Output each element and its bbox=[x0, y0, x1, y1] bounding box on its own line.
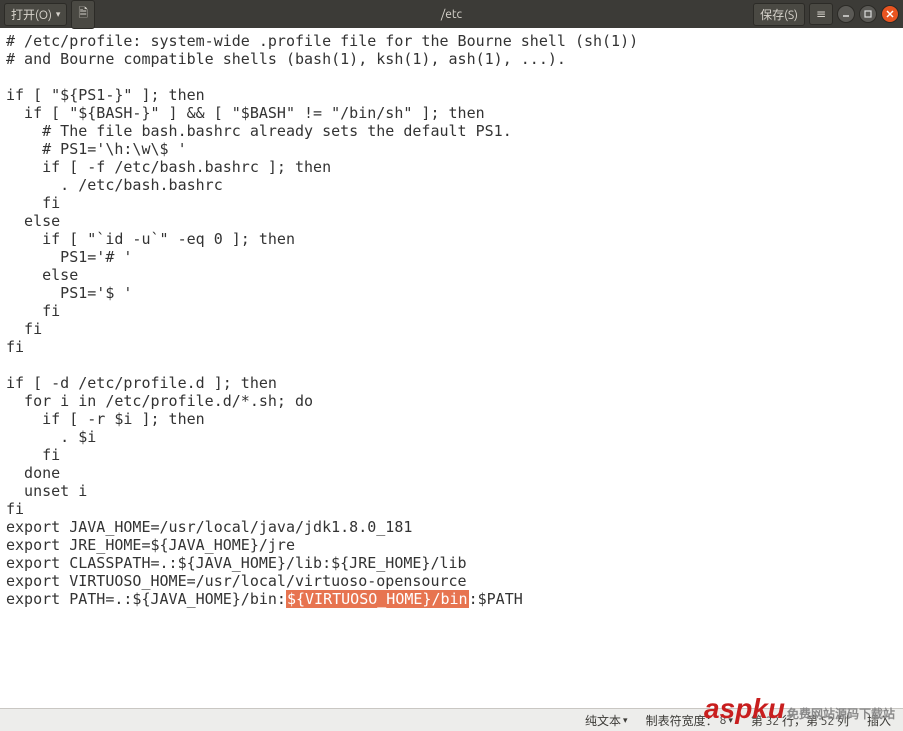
maximize-button[interactable] bbox=[859, 5, 877, 23]
chevron-down-icon: ▾ bbox=[623, 715, 628, 726]
chevron-down-icon: ▾ bbox=[56, 9, 61, 20]
status-bar: 纯文本 ▾ 制表符宽度： 8 ▾ 第 32 行，第 52 列 插入 bbox=[0, 708, 903, 731]
insert-mode-selector[interactable]: 插入 bbox=[867, 712, 891, 729]
selection-highlight: ${VIRTUOSO_HOME}/bin bbox=[286, 590, 469, 608]
open-button[interactable]: 打开(O) ▾ bbox=[4, 3, 67, 26]
document-icon: 🗎 bbox=[78, 7, 88, 20]
titlebar: 打开(O) ▾ 🗎 /etc 保存(S) ≡ bbox=[0, 0, 903, 28]
chevron-down-icon: ▾ bbox=[728, 715, 733, 726]
save-label: 保存(S) bbox=[760, 6, 798, 23]
open-label: 打开(O) bbox=[11, 6, 52, 23]
editor-area[interactable]: # /etc/profile: system-wide .profile fil… bbox=[0, 28, 903, 708]
save-button[interactable]: 保存(S) bbox=[753, 3, 805, 26]
filetype-selector[interactable]: 纯文本 ▾ bbox=[585, 712, 628, 729]
new-document-button[interactable]: 🗎 bbox=[71, 0, 95, 29]
minimize-button[interactable] bbox=[837, 5, 855, 23]
cursor-position: 第 32 行，第 52 列 bbox=[751, 712, 849, 729]
menu-button[interactable]: ≡ bbox=[809, 3, 833, 25]
maximize-icon bbox=[864, 10, 872, 18]
close-button[interactable] bbox=[881, 5, 899, 23]
hamburger-icon: ≡ bbox=[816, 8, 826, 21]
tabwidth-selector[interactable]: 制表符宽度： 8 ▾ bbox=[646, 712, 733, 729]
titlebar-left: 打开(O) ▾ 🗎 bbox=[4, 0, 95, 29]
minimize-icon bbox=[842, 10, 850, 18]
tabwidth-value: 8 bbox=[720, 714, 727, 727]
titlebar-right: 保存(S) ≡ bbox=[753, 3, 899, 26]
insert-mode-label: 插入 bbox=[867, 712, 891, 729]
filetype-label: 纯文本 bbox=[585, 712, 621, 729]
document-path: /etc bbox=[441, 8, 462, 21]
tabwidth-text: 制表符宽度： bbox=[646, 712, 718, 729]
close-icon bbox=[886, 10, 894, 18]
